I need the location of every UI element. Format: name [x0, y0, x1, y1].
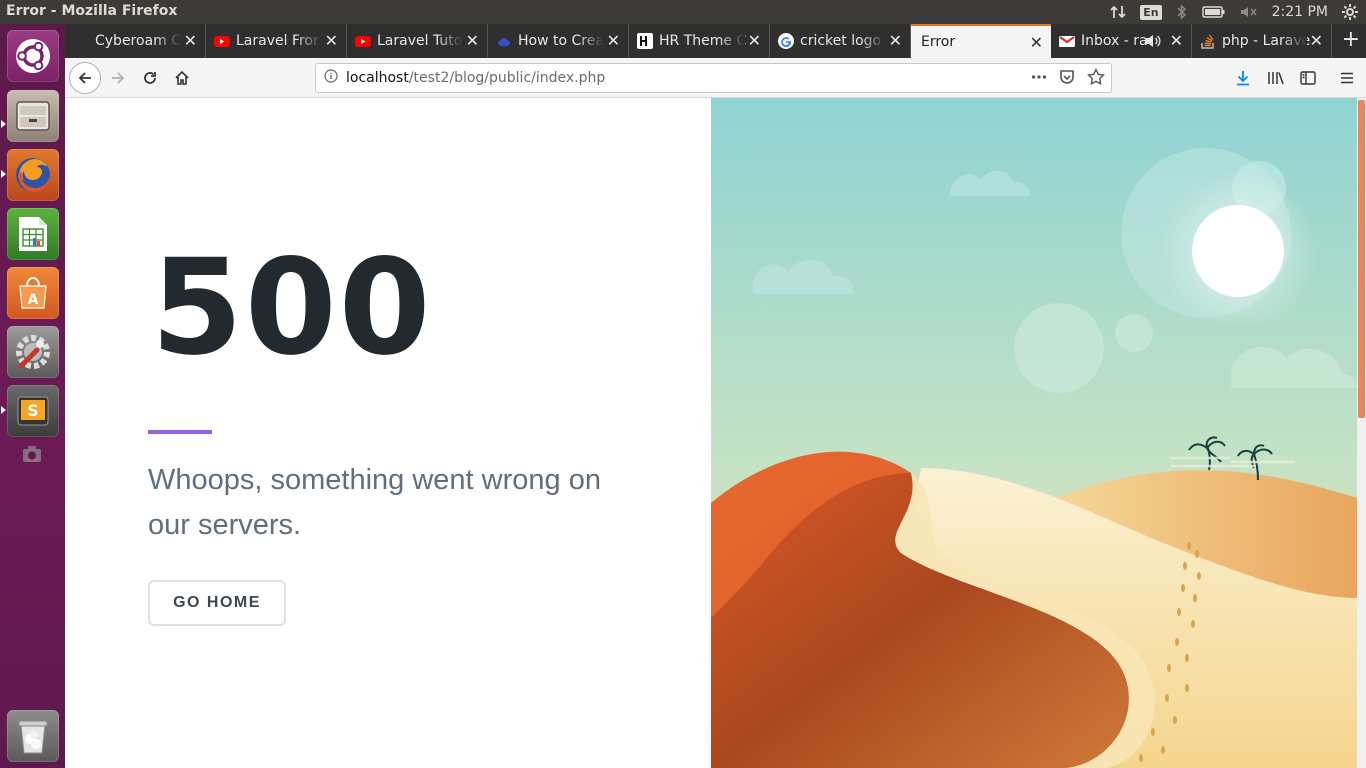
error-code: 500: [151, 231, 433, 385]
system-indicators: En 2:21 PM: [1110, 0, 1358, 24]
screenshot-icon[interactable]: [22, 445, 42, 463]
tab-cricket-logo[interactable]: cricket logo ✕: [770, 24, 911, 58]
reload-button[interactable]: [134, 62, 166, 94]
sidebar-icon[interactable]: [1292, 62, 1324, 94]
page-content: 500 Whoops, something went wrong on our …: [65, 98, 1366, 768]
home-button[interactable]: [166, 62, 198, 94]
svg-text:S: S: [27, 401, 39, 420]
firefox-icon[interactable]: [7, 149, 59, 201]
system-settings-icon[interactable]: [7, 326, 59, 378]
trash-icon[interactable]: [7, 710, 59, 762]
close-icon[interactable]: ✕: [748, 31, 761, 50]
url-path: /test2/blog/public/index.php: [408, 70, 606, 86]
close-icon[interactable]: ✕: [184, 31, 197, 50]
sublime-text-icon[interactable]: S: [7, 385, 59, 437]
tab-php-laravel[interactable]: php - Larave ✕: [1192, 24, 1332, 58]
scrollbar-thumb[interactable]: [1358, 100, 1365, 418]
error-message: Whoops, something went wrong on our serv…: [148, 464, 601, 541]
network-icon[interactable]: [1110, 4, 1126, 20]
page-actions-icon[interactable]: [1031, 68, 1047, 90]
window-title: Error - Mozilla Firefox: [6, 3, 178, 19]
close-icon[interactable]: ✕: [325, 31, 338, 50]
hr-icon: [637, 33, 653, 49]
running-indicator: [1, 170, 6, 178]
bookmark-star-icon[interactable]: [1086, 67, 1106, 90]
tab-cyberoam[interactable]: Cyberoam C ✕: [65, 24, 206, 58]
error-info-panel: 500 Whoops, something went wrong on our …: [65, 98, 711, 768]
desert-illustration: [711, 98, 1357, 768]
software-center-icon[interactable]: A: [7, 267, 59, 319]
svg-text:A: A: [28, 292, 39, 308]
speaker-icon[interactable]: [1145, 33, 1161, 53]
tab-laravel-tutorial[interactable]: Laravel Tuto ✕: [347, 24, 488, 58]
battery-icon[interactable]: [1201, 5, 1226, 19]
forward-button[interactable]: [102, 62, 134, 94]
desert-scene-image: [711, 98, 1357, 768]
new-tab-button[interactable]: +: [1342, 28, 1360, 52]
close-icon[interactable]: ✕: [1170, 31, 1183, 50]
downloads-icon[interactable]: [1227, 62, 1259, 94]
google-icon: [778, 33, 794, 49]
close-icon[interactable]: ✕: [466, 31, 479, 50]
library-icon[interactable]: [1260, 62, 1292, 94]
volume-muted-icon[interactable]: [1240, 5, 1258, 19]
top-panel: Error - Mozilla Firefox En 2:21 PM: [0, 0, 1366, 24]
accent-divider: [148, 430, 212, 434]
youtube-icon: [214, 33, 230, 49]
clock[interactable]: 2:21 PM: [1272, 4, 1328, 20]
running-indicator: [1, 120, 6, 128]
tab-error[interactable]: Error ✕: [911, 24, 1051, 58]
close-icon[interactable]: ✕: [607, 31, 620, 50]
gmail-icon: [1059, 33, 1075, 49]
navigation-toolbar: localhost/test2/blog/public/index.php: [65, 58, 1366, 98]
url-bar[interactable]: localhost/test2/blog/public/index.php: [315, 63, 1112, 93]
tab-strip: Cyberoam C ✕ Laravel Fror ✕ Laravel Tuto…: [65, 24, 1366, 58]
url-host: localhost: [346, 70, 409, 86]
url-actions: [1031, 67, 1106, 90]
libreoffice-calc-icon[interactable]: [7, 208, 59, 260]
pocket-icon[interactable]: [1059, 68, 1075, 90]
tab-inbox[interactable]: Inbox - ra ✕: [1051, 24, 1192, 58]
close-icon[interactable]: ✕: [1310, 31, 1323, 50]
close-icon[interactable]: ✕: [1030, 33, 1043, 52]
keyboard-layout-indicator[interactable]: En: [1140, 4, 1162, 20]
tab-how-to-create[interactable]: How to Crea ✕: [488, 24, 629, 58]
hamburger-menu-icon[interactable]: [1331, 62, 1363, 94]
gear-icon[interactable]: [1342, 4, 1358, 20]
go-home-button[interactable]: GO HOME: [148, 580, 286, 626]
bluetooth-icon[interactable]: [1176, 4, 1188, 20]
unity-launcher: A S: [0, 24, 65, 768]
tab-laravel-from[interactable]: Laravel Fror ✕: [206, 24, 347, 58]
info-icon[interactable]: [316, 69, 346, 87]
tab-hr-theme[interactable]: HR Theme C ✕: [629, 24, 770, 58]
cyberoam-icon: [73, 33, 89, 49]
back-button[interactable]: [69, 62, 101, 94]
ubuntu-dash-icon[interactable]: [7, 30, 59, 82]
close-icon[interactable]: ✕: [889, 31, 902, 50]
files-icon[interactable]: [7, 90, 59, 142]
running-indicator: [1, 406, 6, 414]
stackoverflow-icon: [1200, 33, 1216, 49]
youtube-icon: [355, 33, 371, 49]
cloud-icon: [496, 33, 512, 49]
page-scrollbar[interactable]: [1357, 98, 1366, 768]
